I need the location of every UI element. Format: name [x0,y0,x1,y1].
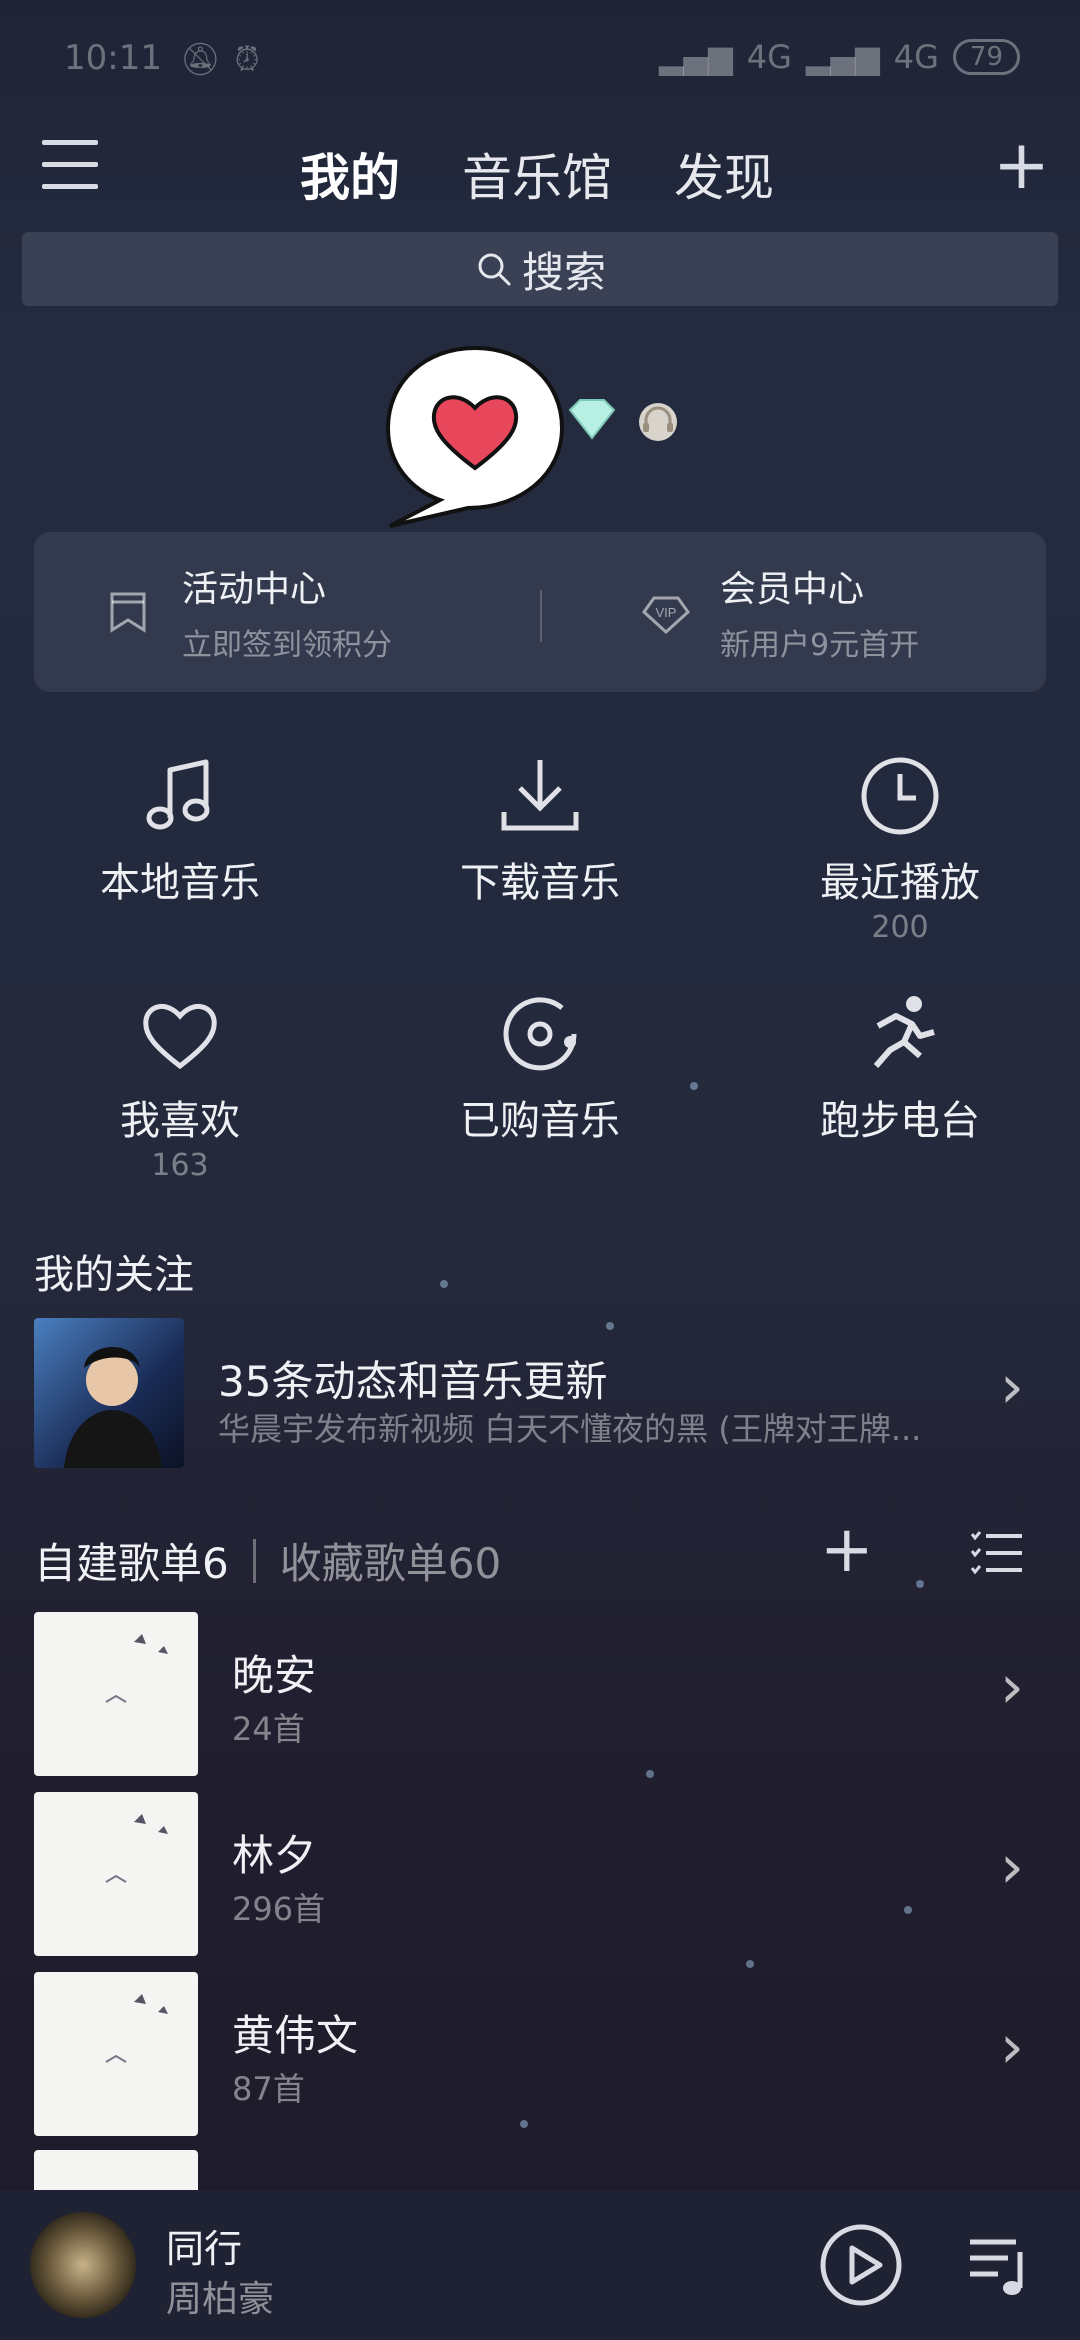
chevron-right-icon: › [1000,1832,1024,1902]
decorative-star [520,2120,528,2128]
playlist-row[interactable]: 林夕 296首 › [0,1792,1080,1970]
decorative-star [646,1770,654,1778]
download-icon [501,760,579,831]
heart-icon [143,1004,217,1070]
playlist-row[interactable]: 黄伟文 87首 › [0,1972,1080,2150]
follows-title[interactable]: 35条动态和音乐更新 [218,1348,607,1409]
tab-collected-playlists[interactable]: 收藏歌单60 [280,1530,501,1591]
running-icon [873,996,935,1068]
decorative-star [746,1960,754,1968]
chevron-right-icon: › [1000,1652,1024,1722]
shortcut-count: 163 [151,1148,209,1183]
network-type-2: 4G [893,38,939,76]
activity-card: 活动中心 立即签到领积分 VIP 会员中心 新用户9元首开 [34,532,1046,692]
player-artist: 周柏豪 [166,2279,275,2320]
shortcut-purchased-music[interactable]: 已购音乐 [360,990,720,1146]
tab-divider [252,1538,256,1583]
diamond-icon[interactable] [564,396,620,442]
signal-icon: ▂▄▆ [658,38,733,76]
tab-music-hall[interactable]: 音乐馆 [462,138,612,210]
birds-cover-art [105,1634,168,1703]
mute-icon: 🔕︎ [180,40,221,78]
headphone-badge-icon[interactable] [630,398,686,444]
chevron-right-icon[interactable]: › [1000,1352,1024,1422]
search-bar[interactable]: 搜索 [22,232,1058,306]
decorative-star [690,1082,698,1090]
follows-section-title: 我的关注 [34,1252,194,1298]
album-art[interactable] [30,2212,136,2318]
add-playlist-icon[interactable]: + [820,1518,874,1582]
member-center[interactable]: VIP 会员中心 新用户9元首开 [638,532,919,692]
playlist-name: 黄伟文 [232,2011,359,2060]
manage-list-icon[interactable] [970,1528,1026,1578]
shortcut-label: 本地音乐 [100,860,260,906]
follows-subtitle: 华晨宇发布新视频 白天不懂夜的黑 (王牌对王牌... [218,1410,922,1448]
shortcut-label: 最近播放 [820,860,980,906]
tab-discover[interactable]: 发现 [674,138,774,210]
menu-icon[interactable] [42,140,98,190]
member-center-title: 会员中心 [720,569,865,610]
search-icon [478,253,511,286]
player-song-title: 同行 [166,2227,243,2271]
playlist-count: 24首 [232,1710,305,1748]
decorative-star [440,1280,448,1288]
playlist-row[interactable]: 晚安 24首 › [0,1612,1080,1790]
shortcut-label: 已购音乐 [460,1098,620,1144]
playlist-tabs: 自建歌单6 收藏歌单60 [34,1530,501,1591]
avatar[interactable] [380,340,570,530]
network-type-1: 4G [746,38,792,76]
card-divider [540,590,542,642]
decorative-star [904,1906,912,1914]
shortcut-download-music[interactable]: 下载音乐 [360,752,720,908]
bookmark-flag-icon [110,592,146,633]
artist-photo [64,1346,162,1468]
playlist-name: 晚安 [232,1651,317,1700]
purchased-disc-icon [503,997,577,1071]
play-icon[interactable] [818,2222,904,2308]
status-icons: 🔕︎ ⏰︎ [180,40,260,79]
status-bar: 10:11 🔕︎ ⏰︎ ▂▄▆ 4G ▂▄▆ 4G 79 [0,0,1080,120]
playlist-count: 296首 [232,1890,326,1928]
playlist-cover [34,1612,198,1776]
playlist-queue-icon[interactable] [966,2232,1032,2298]
search-placeholder: 搜索 [521,247,606,297]
playlist-cover [34,1792,198,1956]
alarm-icon: ⏰︎ [234,40,260,78]
playlist-cover [34,1972,198,2136]
shortcut-label: 跑步电台 [820,1098,980,1144]
tab-created-playlists[interactable]: 自建歌单6 [34,1530,229,1591]
chevron-right-icon: › [1000,2012,1024,2082]
shortcut-recent-play[interactable]: 最近播放 200 [720,752,1080,945]
tab-mine[interactable]: 我的 [300,138,400,210]
vip-icon: VIP [642,596,690,635]
decorative-star [916,1580,924,1588]
playlist-count: 87首 [232,2070,305,2108]
shortcut-label: 下载音乐 [460,860,620,906]
playlist-name: 林夕 [232,1831,317,1880]
decorative-star [606,1322,614,1330]
signal-icon-2: ▂▄▆ [805,38,880,76]
music-note-icon [146,759,210,830]
shortcut-local-music[interactable]: 本地音乐 [0,752,360,908]
mini-player[interactable]: 同行 周柏豪 [0,2190,1080,2340]
playlist-cover-partial [34,2150,198,2190]
activity-center-title: 活动中心 [182,569,327,610]
top-tabs: 我的 音乐馆 发现 [300,138,774,210]
shortcut-count: 200 [871,910,929,945]
clock-icon [861,757,939,835]
shortcut-running-radio[interactable]: 跑步电台 [720,990,1080,1146]
birds-cover-art [105,1814,168,1883]
activity-center[interactable]: 活动中心 立即签到领积分 [100,532,392,692]
add-icon[interactable]: + [993,132,1050,200]
battery-icon: 79 [952,39,1020,75]
svg-text:VIP: VIP [656,605,677,620]
birds-cover-art [105,1994,168,2063]
shortcut-favorites[interactable]: 我喜欢 163 [0,990,360,1183]
member-center-subtitle: 新用户9元首开 [720,628,920,663]
follow-artist-thumbnail[interactable] [34,1318,184,1468]
status-time: 10:11 [64,38,162,78]
network-status: ▂▄▆ 4G ▂▄▆ 4G 79 [659,38,1020,76]
shortcut-label: 我喜欢 [120,1098,240,1144]
activity-center-subtitle: 立即签到领积分 [182,628,392,663]
